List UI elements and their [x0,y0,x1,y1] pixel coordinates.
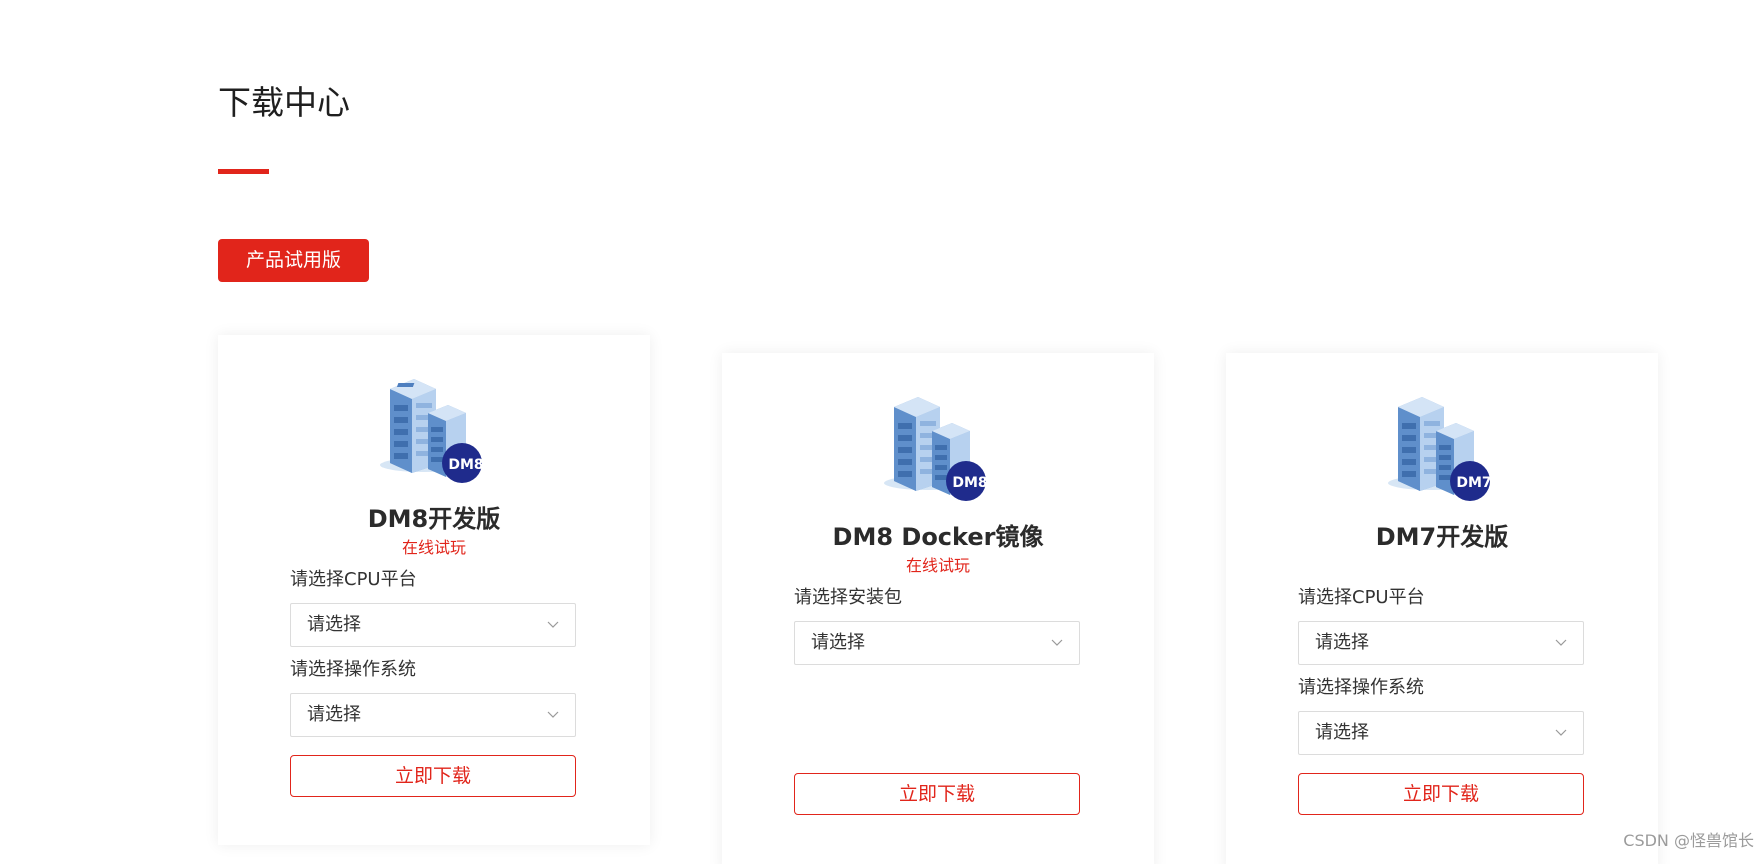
product-name: DM8开发版 [367,505,501,533]
product-name: DM8 Docker镜像 [832,523,1044,551]
install-package-label: 请选择安装包 [794,587,902,608]
os-label: 请选择操作系统 [290,659,416,680]
cpu-platform-label: 请选择CPU平台 [290,569,417,590]
download-button[interactable]: 立即下载 [794,773,1080,815]
download-button[interactable]: 立即下载 [290,755,576,797]
try-online-link[interactable]: 在线试玩 [218,538,650,558]
page-title: 下载中心 [218,83,350,122]
version-badge: DM8 [448,457,484,473]
select-value: 请选择 [811,632,865,653]
chevron-down-icon [547,621,559,628]
product-card-dm7-dev: DM7 DM7开发版 请选择CPU平台 请选择 请选择操作系统 请选择 立即下载 [1226,353,1658,864]
cpu-platform-select[interactable]: 请选择 [1298,621,1584,665]
os-select[interactable]: 请选择 [290,693,576,737]
select-value: 请选择 [1315,632,1369,653]
cpu-platform-label: 请选择CPU平台 [1298,587,1425,608]
product-name: DM7开发版 [1375,523,1509,551]
os-label: 请选择操作系统 [1298,677,1424,698]
product-card-dm8-docker: DM8 DM8 Docker镜像 在线试玩 请选择安装包 请选择 立即下载 [722,353,1154,864]
download-center-page: 下载中心 产品试用版 DM8 DM8开发版 在线试玩 请选择CPU平台 请选择 … [0,0,1763,864]
download-button[interactable]: 立即下载 [1298,773,1584,815]
os-select[interactable]: 请选择 [1298,711,1584,755]
version-badge: DM7 [1456,475,1492,491]
try-online-link[interactable]: 在线试玩 [722,556,1154,576]
install-package-select[interactable]: 请选择 [794,621,1080,665]
chevron-down-icon [1555,729,1567,736]
select-value: 请选择 [307,614,361,635]
chevron-down-icon [547,711,559,718]
version-badge: DM8 [952,475,988,491]
chevron-down-icon [1555,639,1567,646]
product-card-dm8-dev: DM8 DM8开发版 在线试玩 请选择CPU平台 请选择 请选择操作系统 请选择… [218,335,650,845]
select-value: 请选择 [307,704,361,725]
cpu-platform-select[interactable]: 请选择 [290,603,576,647]
watermark: CSDN @怪兽馆长 [1623,831,1754,850]
trial-version-tab[interactable]: 产品试用版 [218,239,369,282]
select-value: 请选择 [1315,722,1369,743]
title-underline [218,169,269,174]
chevron-down-icon [1051,639,1063,646]
